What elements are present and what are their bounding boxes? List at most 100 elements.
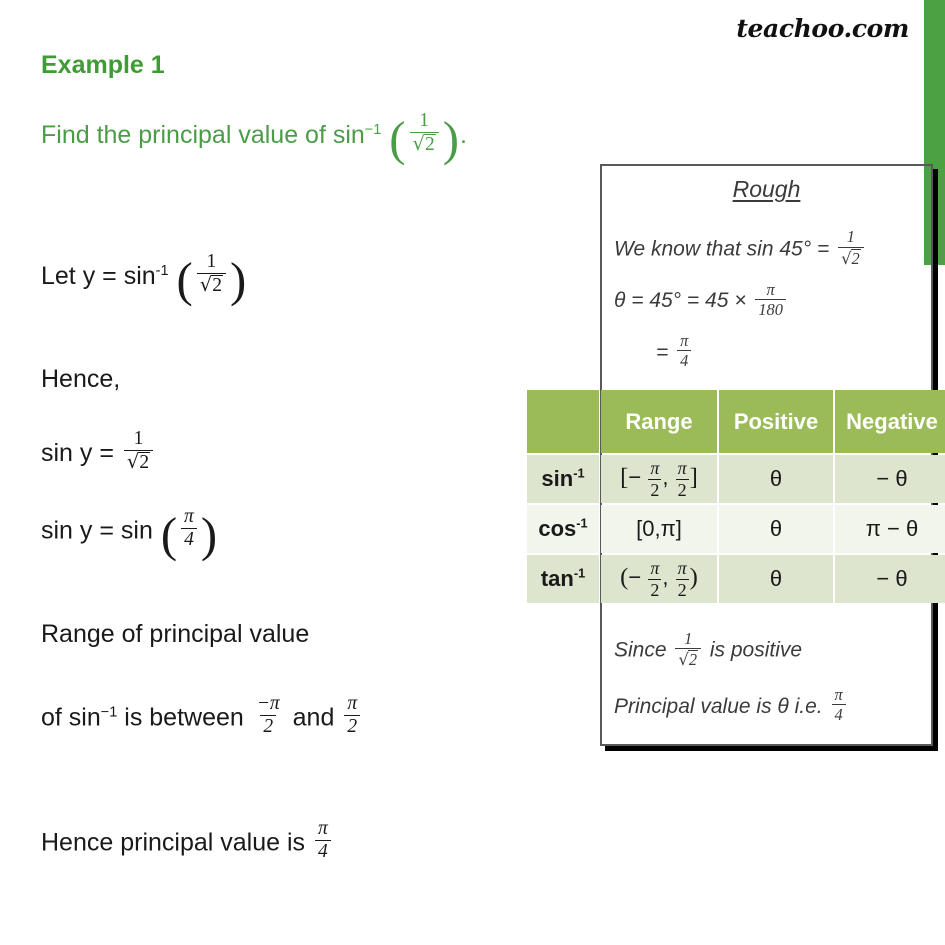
fraction-numerator: π	[347, 693, 358, 714]
rough-positive-label: is positive	[709, 638, 803, 662]
step-range-line-1: Range of principal value	[41, 620, 310, 648]
rough-principal-label: Principal value is θ i.e.	[614, 694, 823, 718]
step-let-exponent: -1	[155, 262, 169, 279]
sqrt-icon: √2	[841, 248, 861, 268]
sqrt-icon: √2	[126, 450, 151, 474]
rough-times-operator: ×	[734, 289, 747, 313]
step-sin-y-equals-sin: sin y = sin ( π 4 )	[41, 506, 218, 562]
fraction-one-over-root-two: 1 √2	[675, 630, 701, 668]
fraction-numerator: 1	[684, 628, 693, 648]
table-cell-range-sin: [− π2, π 2]	[601, 455, 717, 503]
table-cell-positive-sin: θ	[719, 455, 833, 503]
question-fraction-group: ( 1 √2 )	[389, 109, 459, 166]
rough-line-principal-value: Principal value is θ i.e. π 4	[614, 685, 925, 726]
fraction-denominator: √2	[675, 647, 701, 669]
fraction-denominator: 4	[831, 704, 846, 723]
fraction-pi-over-four: π 4	[181, 506, 197, 551]
step-sin-y-label: sin y =	[41, 439, 114, 468]
table-cell-function-tan: tan-1	[527, 555, 599, 603]
table-row: tan-1 (− π2, π 2) θ − θ	[527, 555, 945, 603]
fraction-pi-over-two: π2	[648, 458, 662, 500]
table-cell-positive-cos: θ	[719, 505, 833, 553]
fraction-numerator: π	[184, 506, 194, 527]
step-let-label: Let y = sin	[41, 262, 156, 291]
fraction-one-over-root-two: 1 √2	[196, 251, 226, 297]
sqrt-icon: √2	[412, 131, 436, 155]
table-header-cell-negative: Negative	[835, 390, 945, 453]
final-answer-label: Hence principal value is	[41, 828, 306, 857]
step-pi-over-four-group: ( π 4 )	[160, 506, 218, 562]
document-page: teachoo.com Example 1 Find the principal…	[0, 0, 945, 945]
sqrt-icon: √2	[678, 649, 698, 669]
fraction-numerator: π	[834, 685, 843, 705]
fraction-numerator: 1	[133, 428, 144, 449]
table-header-cell-positive: Positive	[719, 390, 833, 453]
fraction-numerator: π	[766, 279, 775, 299]
rough-since-label: Since	[614, 638, 667, 662]
step-let-y: Let y = sin-1 ( 1 √2 )	[41, 251, 247, 308]
rough-line-since-positive: Since 1 √2 is positive	[614, 630, 925, 670]
table-cell-negative-tan: − θ	[835, 555, 945, 603]
table-header: Range Positive Negative	[527, 390, 945, 453]
fraction-denominator: 4	[315, 840, 331, 862]
fraction-denominator: √2	[196, 273, 226, 297]
fraction-numerator: −π	[256, 693, 280, 714]
fraction-denominator: √2	[409, 131, 439, 155]
page-title: Example 1	[41, 51, 165, 79]
step-final-answer: Hence principal value is π 4	[41, 818, 334, 866]
fraction-pi-over-two: π2	[675, 458, 689, 500]
fraction-negative-pi-over-two: −π 2	[254, 693, 283, 738]
teachoo-brand-logo: teachoo.com	[736, 14, 909, 43]
fraction-numerator: 1	[846, 227, 855, 247]
table-body: sin-1 [− π2, π 2] θ − θ cos-1 [0,π] θ π −…	[527, 455, 945, 603]
fraction-pi-over-four: π 4	[831, 685, 846, 723]
rough-box-body: We know that sin 45° = 1 √2 θ = 45° = 45…	[614, 227, 925, 386]
fraction-pi-over-four: π 4	[315, 818, 331, 863]
fraction-denominator: 4	[677, 350, 692, 370]
rough-line-sin45: We know that sin 45° = 1 √2	[614, 227, 925, 269]
fraction-pi-over-four: π 4	[677, 331, 692, 370]
table-header-cell-range: Range	[601, 390, 717, 453]
fraction-numerator: π	[680, 331, 689, 351]
step-sin-y-value: sin y = 1 √2	[41, 428, 156, 477]
step-hence-label: Hence,	[41, 365, 121, 393]
table-cell-function-sin: sin-1	[527, 455, 599, 503]
fraction-denominator: 180	[755, 299, 786, 318]
rough-equals-operator: =	[656, 340, 669, 364]
fraction-pi-over-two: π2	[648, 558, 662, 600]
rough-box-title: Rough	[732, 176, 801, 202]
table-header-row: Range Positive Negative	[527, 390, 945, 453]
fraction-one-over-root-two: 1 √2	[838, 227, 864, 268]
fraction-numerator: 1	[419, 109, 429, 131]
question-suffix: .	[459, 120, 467, 149]
fraction-denominator: 4	[181, 528, 197, 550]
range-prefix: of sin	[41, 703, 101, 732]
table-header-cell-blank	[527, 390, 599, 453]
table-cell-negative-sin: − θ	[835, 455, 945, 503]
fraction-denominator: 2	[344, 715, 361, 737]
table-cell-function-cos: cos-1	[527, 505, 599, 553]
fraction-denominator: 2	[260, 715, 277, 737]
range-and-label: and	[292, 703, 335, 732]
rough-line-result: = π 4	[614, 331, 925, 372]
fraction-pi-over-two: π2	[675, 558, 689, 600]
table-cell-positive-tan: θ	[719, 555, 833, 603]
step-sin-y-sin-label: sin y = sin	[41, 516, 153, 545]
rough-line-theta-conversion: θ = 45° = 45 × π 180	[614, 281, 925, 320]
step-range-line-2: of sin−1 is between −π 2 and π 2	[41, 693, 363, 741]
inverse-trig-range-table: Range Positive Negative sin-1 [− π2, π 2]…	[525, 388, 945, 605]
rough-sin45-label: We know that sin 45° =	[614, 237, 830, 261]
question-text: Find the principal value of sin−1 ( 1 √2…	[41, 109, 561, 166]
fraction-denominator: √2	[123, 450, 154, 474]
table-cell-range-cos: [0,π]	[601, 505, 717, 553]
table-row: cos-1 [0,π] θ π − θ	[527, 505, 945, 553]
fraction-denominator: √2	[838, 246, 864, 268]
fraction-one-over-root-two: 1 √2	[409, 109, 439, 156]
step-let-fraction-group: ( 1 √2 )	[176, 251, 247, 308]
fraction-pi-over-180: π 180	[755, 281, 786, 318]
fraction-pi-over-two: π 2	[344, 693, 361, 738]
sqrt-icon: √2	[199, 273, 223, 297]
table-cell-negative-cos: π − θ	[835, 505, 945, 553]
question-exponent: −1	[364, 121, 382, 138]
table-cell-range-tan: (− π2, π 2)	[601, 555, 717, 603]
